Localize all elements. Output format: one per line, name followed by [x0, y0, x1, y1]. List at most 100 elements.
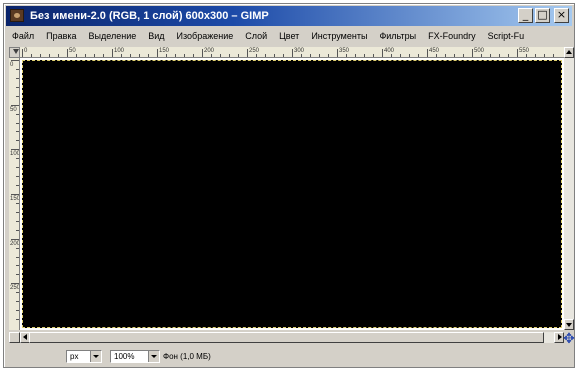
ruler-minor-tick: [355, 54, 356, 57]
menu-colors[interactable]: Цвет: [273, 28, 305, 45]
zoom-value: 100%: [114, 352, 135, 361]
ruler-tick: [472, 49, 473, 57]
ruler-minor-tick: [16, 301, 19, 303]
ruler-minor-tick: [400, 54, 401, 57]
ruler-tick: [112, 49, 113, 57]
ruler-minor-tick: [193, 54, 194, 57]
ruler-minor-tick: [454, 54, 455, 57]
ruler-tick: [517, 49, 518, 57]
ruler-minor-tick: [373, 54, 374, 57]
ruler-minor-tick: [16, 167, 19, 169]
ruler-minor-tick: [139, 54, 140, 57]
ruler-label: 350: [339, 48, 350, 54]
horizontal-scroll-thumb[interactable]: [29, 332, 544, 343]
ruler-label: 450: [429, 48, 440, 54]
ruler-minor-tick: [16, 122, 19, 124]
menu-fx-foundry[interactable]: FX-Foundry: [422, 28, 482, 45]
ruler-minor-tick: [328, 54, 329, 57]
ruler-tick: [11, 238, 19, 240]
ruler-tick: [247, 49, 248, 57]
ruler-label: 150: [159, 48, 170, 54]
menu-filters[interactable]: Фильтры: [373, 28, 422, 45]
ruler-label: 250: [249, 48, 260, 54]
unit-selector[interactable]: px: [66, 350, 102, 363]
image-menu-button[interactable]: [9, 47, 20, 58]
ruler-label: 150: [10, 196, 20, 202]
ruler-minor-tick: [16, 247, 19, 249]
horizontal-ruler[interactable]: 0 50 100 150 200 250 300 350 400 450 500 550: [20, 47, 564, 58]
menu-file[interactable]: Файл: [6, 28, 40, 45]
ruler-minor-tick: [256, 54, 257, 57]
ruler-minor-tick: [16, 158, 19, 160]
ruler-minor-tick: [418, 54, 419, 57]
ruler-minor-tick: [16, 220, 19, 222]
ruler-minor-tick: [16, 68, 19, 70]
menu-select[interactable]: Выделение: [83, 28, 143, 45]
scroll-down-button[interactable]: [564, 319, 574, 330]
ruler-minor-tick: [283, 54, 284, 57]
ruler-minor-tick: [319, 54, 320, 57]
ruler-tick: [292, 49, 293, 57]
menu-tools[interactable]: Инструменты: [305, 28, 373, 45]
ruler-minor-tick: [148, 54, 149, 57]
ruler-label: 50: [10, 106, 17, 113]
ruler-label: 300: [294, 48, 305, 54]
ruler-minor-tick: [121, 54, 122, 57]
zoom-selector[interactable]: 100%: [110, 350, 160, 363]
gimp-window: Без имени-2.0 (RGB, 1 слой) 600x300 – GI…: [3, 3, 575, 368]
ruler-tick: [11, 283, 19, 285]
arrow-left-icon: [23, 334, 27, 340]
ruler-minor-tick: [16, 211, 19, 213]
scroll-up-button[interactable]: [564, 47, 574, 58]
ruler-label: 100: [114, 48, 125, 54]
close-button[interactable]: ×: [554, 8, 569, 23]
ruler-minor-tick: [526, 54, 527, 57]
ruler-minor-tick: [16, 319, 19, 321]
ruler-minor-tick: [436, 54, 437, 57]
menu-view[interactable]: Вид: [142, 28, 170, 45]
ruler-minor-tick: [238, 54, 239, 57]
menu-image[interactable]: Изображение: [171, 28, 240, 45]
vertical-ruler[interactable]: 0 50 100 150 200 250: [9, 58, 20, 330]
ruler-minor-tick: [184, 54, 185, 57]
layer-info: Фон (1,0 МБ): [163, 352, 211, 361]
ruler-label: 550: [519, 48, 530, 54]
menu-script-fu[interactable]: Script-Fu: [482, 28, 531, 45]
ruler-minor-tick: [16, 256, 19, 258]
minimize-button[interactable]: _: [518, 8, 533, 23]
ruler-minor-tick: [16, 310, 19, 312]
ruler-minor-tick: [166, 54, 167, 57]
unit-value: px: [70, 352, 79, 361]
quick-mask-toggle-icon[interactable]: [9, 332, 20, 343]
ruler-minor-tick: [346, 54, 347, 57]
ruler-minor-tick: [16, 229, 19, 231]
ruler-minor-tick: [31, 54, 32, 57]
ruler-minor-tick: [58, 54, 59, 57]
ruler-tick: [382, 49, 383, 57]
ruler-minor-tick: [40, 54, 41, 57]
status-bar: px 100% Фон (1,0 МБ): [6, 347, 572, 366]
ruler-minor-tick: [220, 54, 221, 57]
vertical-scrollbar[interactable]: [564, 47, 574, 330]
ruler-tick: [67, 49, 68, 57]
menu-layer[interactable]: Слой: [239, 28, 273, 45]
image-canvas[interactable]: [22, 60, 562, 328]
horizontal-scrollbar[interactable]: [9, 332, 564, 343]
navigate-icon[interactable]: ✥: [562, 332, 576, 346]
ruler-minor-tick: [508, 54, 509, 57]
ruler-minor-tick: [76, 54, 77, 57]
canvas-area: [20, 58, 564, 330]
window-controls: _ □ ×: [518, 8, 569, 23]
menu-edit[interactable]: Правка: [40, 28, 82, 45]
ruler-minor-tick: [16, 95, 19, 97]
ruler-tick: [11, 104, 19, 106]
maximize-button[interactable]: □: [535, 8, 550, 23]
ruler-minor-tick: [175, 54, 176, 57]
title-bar[interactable]: Без имени-2.0 (RGB, 1 слой) 600x300 – GI…: [6, 6, 572, 26]
ruler-label: 0: [24, 48, 28, 54]
ruler-tick: [202, 49, 203, 57]
ruler-label: 250: [10, 285, 20, 292]
ruler-minor-tick: [274, 54, 275, 57]
ruler-label: 0: [10, 62, 14, 68]
ruler-tick: [427, 49, 428, 57]
